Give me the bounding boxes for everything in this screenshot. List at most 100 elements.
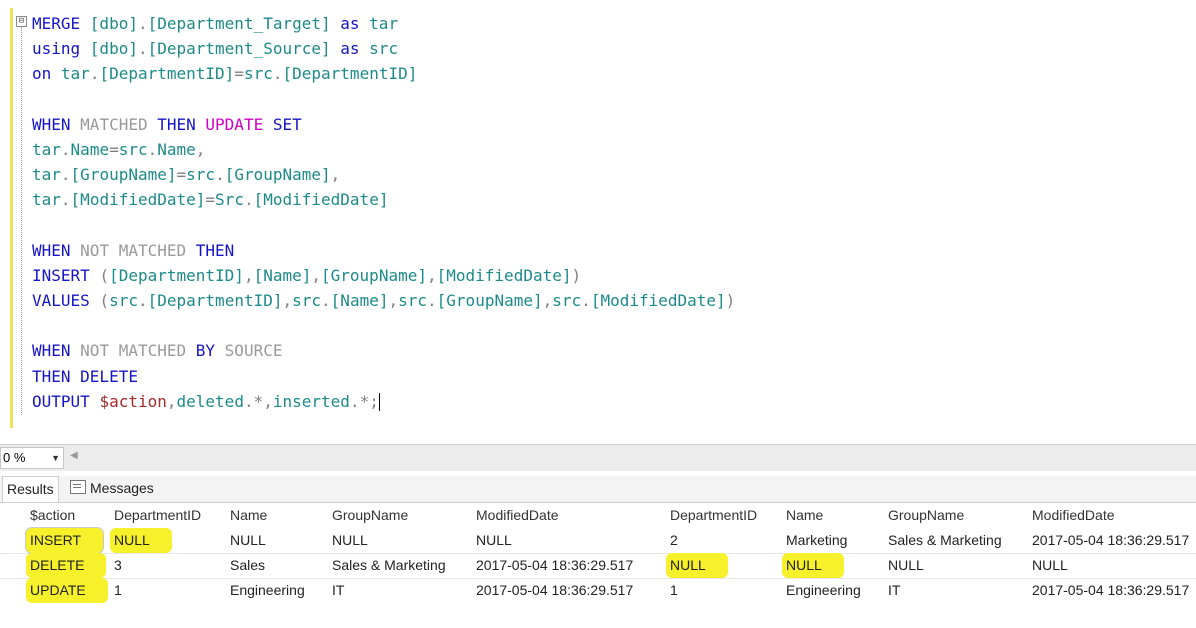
code-line: tar.[GroupName]=src.[GroupName], — [32, 162, 735, 187]
code-token: . — [60, 139, 71, 159]
tab-results-label: Results — [7, 481, 54, 497]
table-cell[interactable]: Sales — [230, 553, 265, 578]
code-token: . — [137, 14, 148, 33]
table-cell[interactable]: 2017-05-04 18:36:29.517 — [476, 578, 633, 603]
text-caret — [378, 393, 380, 412]
code-token: INSERT — [32, 265, 100, 285]
code-token: WHEN — [32, 114, 81, 134]
code-token: , — [282, 291, 293, 311]
column-header[interactable]: GroupName — [332, 503, 408, 528]
table-cell[interactable]: NULL — [230, 528, 266, 553]
code-token: , — [263, 391, 273, 411]
code-token: [DepartmentID] — [109, 265, 244, 285]
fold-guide-line — [21, 27, 23, 415]
code-line: MERGE [dbo].[Department_Target] as tar — [32, 11, 735, 36]
table-row[interactable]: UPDATE 1 Engineering IT 2017-05-04 18:36:29.… — [0, 578, 1196, 603]
table-cell[interactable]: NULL — [782, 553, 844, 578]
code-token: WHEN — [32, 341, 81, 361]
code-token: [ModifiedDate] — [70, 190, 206, 210]
code-token: src — [243, 64, 273, 84]
sql-code[interactable]: MERGE [dbo].[Department_Target] as tar us… — [32, 11, 735, 414]
results-grid[interactable]: $action DepartmentID Name GroupName Modified… — [0, 503, 1196, 628]
zoom-value: 0 % — [3, 450, 26, 465]
table-cell[interactable]: 1 — [114, 578, 122, 603]
column-header[interactable]: Name — [230, 503, 267, 528]
table-cell[interactable]: Sales & Marketing — [888, 528, 1002, 553]
code-token: , — [311, 265, 322, 285]
collapse-icon[interactable]: ⊟ — [16, 16, 27, 27]
code-token: NOT MATCHED — [80, 240, 196, 260]
code-token: src — [552, 291, 582, 311]
table-cell[interactable]: Engineering — [786, 578, 861, 603]
tab-messages[interactable]: Messages — [66, 476, 158, 501]
code-token: , — [542, 291, 553, 311]
code-token: tar — [369, 14, 399, 33]
action-cell[interactable]: UPDATE — [26, 578, 108, 603]
column-header[interactable]: ModifiedDate — [1032, 503, 1115, 528]
code-line: using [dbo].[Department_Source] as src — [32, 36, 735, 61]
table-cell[interactable]: NULL — [1032, 553, 1068, 578]
code-token: , — [388, 291, 399, 311]
code-token: ; — [369, 391, 379, 411]
table-cell[interactable]: 2017-05-04 18:36:29.517 — [1032, 578, 1189, 603]
code-token: src — [186, 165, 216, 185]
column-header[interactable]: Name — [786, 503, 823, 528]
code-token: , — [426, 265, 437, 285]
code-token: . — [581, 291, 591, 311]
code-line: tar.[ModifiedDate]=Src.[ModifiedDate] — [32, 187, 735, 212]
chevron-down-icon[interactable]: ▼ — [51, 448, 60, 468]
code-token: src — [109, 291, 138, 311]
action-cell[interactable]: INSERT — [24, 527, 105, 554]
code-token: [ModifiedDate] — [590, 291, 726, 311]
code-token: * — [253, 391, 264, 411]
table-cell[interactable]: NULL — [666, 553, 728, 578]
table-cell[interactable]: IT — [332, 578, 344, 603]
tab-results[interactable]: Results — [2, 476, 59, 502]
code-token: = — [109, 139, 119, 159]
code-token: $action — [99, 391, 167, 411]
table-cell[interactable]: NULL — [888, 553, 924, 578]
code-token: . — [321, 291, 331, 311]
code-token: Name — [157, 139, 196, 159]
code-line: OUTPUT $action,deleted.*,inserted.*; — [32, 389, 735, 414]
table-cell[interactable]: Marketing — [786, 528, 847, 553]
table-cell[interactable]: IT — [888, 578, 900, 603]
code-token: . — [147, 139, 158, 159]
table-cell[interactable]: 2017-05-04 18:36:29.517 — [476, 553, 633, 578]
scroll-left-icon[interactable]: ◀ — [70, 450, 78, 461]
column-header[interactable]: DepartmentID — [670, 503, 757, 528]
column-header[interactable]: GroupName — [888, 503, 964, 528]
code-token: SOURCE — [224, 341, 283, 361]
code-line: THEN DELETE — [32, 364, 735, 389]
code-token: src — [369, 39, 399, 59]
table-cell[interactable]: NULL — [332, 528, 368, 553]
action-cell[interactable]: DELETE — [26, 553, 107, 578]
column-header[interactable]: ModifiedDate — [476, 503, 559, 528]
code-token: Src — [215, 190, 244, 210]
code-token: . — [349, 391, 360, 411]
code-token: ( — [99, 265, 110, 285]
table-cell[interactable]: 3 — [114, 553, 122, 578]
table-row[interactable]: INSERT NULL NULL NULL NULL 2 Marketing Sales & … — [0, 527, 1196, 554]
table-cell[interactable]: Sales & Marketing — [332, 553, 446, 578]
code-token: using — [32, 39, 90, 59]
zoom-select[interactable]: 0 % ▼ — [0, 447, 64, 469]
table-cell[interactable]: 1 — [670, 578, 678, 603]
table-cell[interactable]: 2 — [670, 528, 678, 553]
code-token: [GroupName] — [436, 291, 543, 311]
code-token: [Name] — [253, 265, 312, 285]
table-row[interactable]: DELETE 3 Sales Sales & Marketing 2017-05-04 … — [0, 553, 1196, 579]
table-cell[interactable]: Engineering — [230, 578, 305, 603]
code-token: . — [215, 165, 225, 185]
table-cell[interactable]: NULL — [110, 528, 172, 553]
code-token: tar — [60, 64, 90, 84]
query-editor[interactable]: ⊟ MERGE [dbo].[Department_Target] as tar… — [0, 0, 1196, 440]
code-token: [DepartmentID] — [99, 64, 235, 84]
column-header[interactable]: DepartmentID — [114, 503, 201, 528]
code-token: SET — [272, 114, 302, 134]
column-header[interactable]: $action — [30, 503, 75, 528]
code-token: . — [272, 64, 283, 84]
table-cell[interactable]: 2017-05-04 18:36:29.517 — [1032, 528, 1189, 553]
table-cell[interactable]: NULL — [476, 528, 512, 553]
